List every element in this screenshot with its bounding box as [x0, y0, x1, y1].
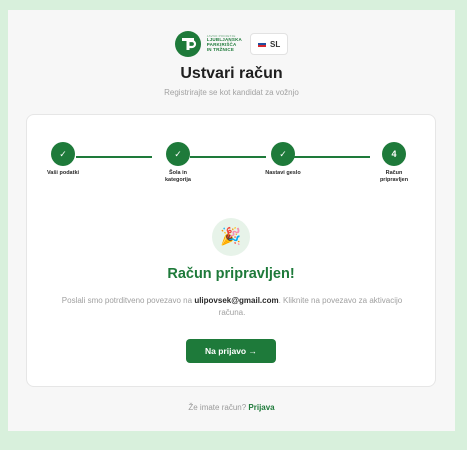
- logo-line-3: IN TRŽNICE: [206, 46, 235, 52]
- page-title: Ustvari račun: [180, 65, 283, 82]
- step-2: ✓ Šola in kategorija: [148, 142, 208, 184]
- step-4: 4 Račun pripravljen: [364, 142, 424, 184]
- step-label: Vaši podatki: [46, 170, 80, 176]
- user-email: ulipovsek@gmail.com: [194, 296, 279, 305]
- header-row: JAVNO PODJETJE LJUBLJANSKA PARKIRIŠČA IN…: [8, 31, 455, 57]
- logo-text: JAVNO PODJETJE LJUBLJANSKA PARKIRIŠČA IN…: [206, 34, 242, 52]
- register-page: JAVNO PODJETJE LJUBLJANSKA PARKIRIŠČA IN…: [8, 10, 455, 431]
- step-number: 4: [382, 142, 406, 166]
- login-link[interactable]: Prijava: [248, 403, 274, 412]
- success-title: Račun pripravljen!: [167, 266, 295, 282]
- success-message: Poslali smo potrditveno povezavo na ulip…: [57, 295, 407, 320]
- step-3: ✓ Nastavi geslo: [253, 142, 313, 177]
- check-icon: ✓: [271, 142, 295, 166]
- footer: Že imate račun? Prijava: [8, 403, 455, 412]
- check-icon: ✓: [51, 142, 75, 166]
- page-subtitle: Registrirajte se kot kandidat za vožnjo: [164, 88, 299, 97]
- go-to-login-button[interactable]: Na prijavo →: [186, 339, 276, 363]
- check-icon: ✓: [166, 142, 190, 166]
- step-label: Šola in kategorija: [165, 170, 191, 183]
- logo-mark-icon: [174, 31, 201, 57]
- slovenia-flag-icon: [257, 41, 266, 47]
- footer-question: Že imate račun?: [188, 403, 249, 412]
- step-1: ✓ Vaši podatki: [33, 142, 93, 177]
- party-popper-icon: 🎉: [212, 218, 250, 256]
- stepper: ✓ Vaši podatki ✓ Šola in kategorija ✓ Na…: [27, 128, 435, 183]
- language-selector[interactable]: SL: [249, 33, 289, 55]
- step-label: Račun pripravljen: [379, 170, 409, 183]
- logo: JAVNO PODJETJE LJUBLJANSKA PARKIRIŠČA IN…: [174, 31, 242, 57]
- success-message-before: Poslali smo potrditveno povezavo na: [61, 296, 195, 305]
- step-label: Nastavi geslo: [265, 170, 301, 176]
- registration-card: ✓ Vaši podatki ✓ Šola in kategorija ✓ Na…: [26, 114, 436, 387]
- language-code: SL: [269, 39, 281, 49]
